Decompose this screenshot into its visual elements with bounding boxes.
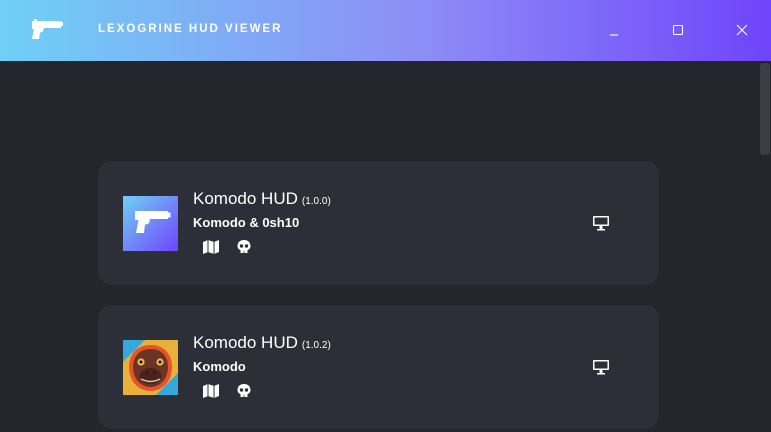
maximize-icon bbox=[672, 24, 684, 36]
hud-name: Komodo HUD bbox=[193, 333, 298, 352]
map-icon bbox=[202, 383, 220, 399]
komodo-dragon-logo-icon bbox=[123, 340, 178, 395]
hud-title: Komodo HUD (1.0.0) bbox=[193, 189, 331, 209]
pistol-logo-icon bbox=[30, 18, 64, 42]
hud-card[interactable]: Komodo HUD (1.0.0) Komodo & 0sh10 bbox=[98, 161, 659, 285]
hud-thumbnail bbox=[123, 340, 178, 395]
hud-author: Komodo & 0sh10 bbox=[193, 215, 300, 230]
hud-card[interactable]: Komodo HUD (1.0.2) Komodo bbox=[98, 305, 659, 429]
monitor-icon[interactable] bbox=[591, 214, 611, 232]
hud-author: Komodo bbox=[193, 359, 246, 374]
pistol-logo-icon bbox=[123, 196, 178, 251]
app-title: LEXOGRINE HUD VIEWER bbox=[98, 23, 283, 35]
hud-name: Komodo HUD bbox=[193, 189, 298, 208]
scrollbar-thumb[interactable] bbox=[760, 63, 770, 155]
minimize-icon bbox=[610, 34, 618, 36]
map-icon bbox=[202, 239, 220, 255]
title-bar[interactable]: LEXOGRINE HUD VIEWER bbox=[0, 0, 771, 61]
hud-thumbnail bbox=[123, 196, 178, 251]
scrollbar[interactable] bbox=[759, 61, 771, 432]
hud-title: Komodo HUD (1.0.2) bbox=[193, 333, 331, 353]
hud-version: (1.0.0) bbox=[301, 196, 331, 207]
skull-icon bbox=[236, 239, 254, 255]
close-icon bbox=[736, 24, 748, 36]
maximize-button[interactable] bbox=[666, 18, 690, 42]
hud-version: (1.0.2) bbox=[301, 340, 331, 351]
skull-icon bbox=[236, 383, 254, 399]
close-button[interactable] bbox=[730, 18, 754, 42]
minimize-button[interactable] bbox=[602, 18, 626, 42]
monitor-icon[interactable] bbox=[591, 358, 611, 376]
